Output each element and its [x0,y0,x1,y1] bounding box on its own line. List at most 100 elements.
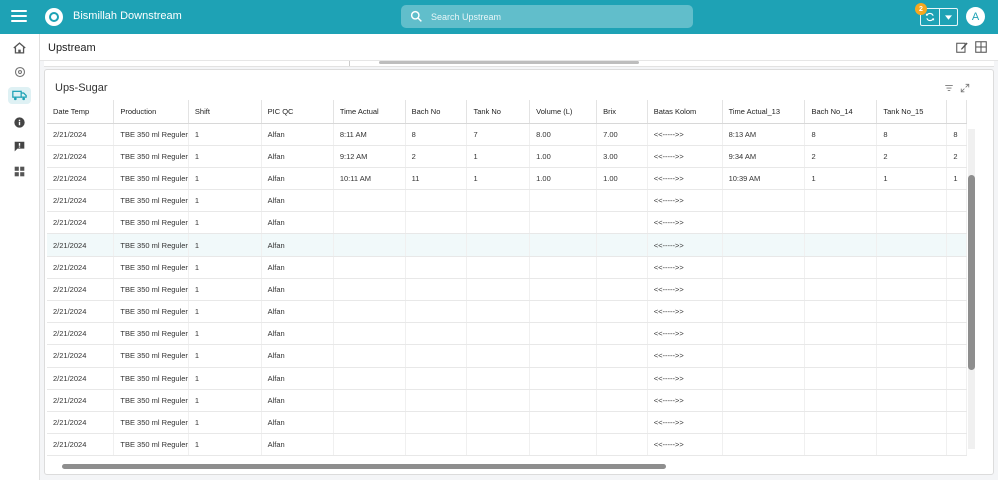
table-cell[interactable]: TBE 350 ml Reguler [113,123,189,146]
table-cell[interactable] [804,411,878,435]
table-cell[interactable] [596,300,648,324]
table-cell[interactable]: 2/21/2024 [47,256,115,279]
column-header[interactable]: PIC QC [261,100,334,124]
table-cell[interactable] [466,211,531,235]
table-cell[interactable] [946,211,967,235]
table-cell[interactable]: 2/21/2024 [47,189,115,213]
menu-icon[interactable] [11,10,27,24]
table-cell[interactable]: 2/21/2024 [47,322,115,346]
column-header[interactable]: Tank No [466,100,531,124]
table-cell[interactable]: <<----->> [647,300,723,324]
table-cell[interactable] [466,344,531,368]
table-cell[interactable] [466,278,531,302]
table-cell[interactable] [876,233,948,257]
table-cell[interactable] [405,211,468,235]
table-cell[interactable]: 1.00 [529,167,598,191]
table-cell[interactable] [333,411,406,435]
table-cell[interactable]: 1 [188,433,262,457]
table-cell[interactable] [405,233,468,257]
table-cell[interactable] [333,389,406,412]
table-cell[interactable]: Alfan [261,411,334,435]
table-cell[interactable]: 1.00 [529,145,598,168]
table-cell[interactable]: TBE 350 ml Reguler [113,233,189,257]
table-cell[interactable] [946,322,967,346]
table-cell[interactable]: 1 [188,123,262,146]
table-cell[interactable]: Alfan [261,123,334,146]
table-cell[interactable]: Alfan [261,145,334,168]
table-cell[interactable] [804,189,878,213]
table-row[interactable]: 2/21/2024 TBE 350 ml Reguler 1 Alfan <<-----… [47,367,967,390]
table-cell[interactable] [946,367,967,390]
table-cell[interactable]: TBE 350 ml Reguler [113,433,189,457]
table-cell[interactable] [876,278,948,302]
table-cell[interactable]: 2 [876,145,948,168]
table-cell[interactable] [722,211,806,235]
table-cell[interactable] [466,189,531,213]
table-cell[interactable] [529,300,598,324]
column-header[interactable]: Bach No_14 [804,100,878,124]
previous-panel-scrollbar[interactable] [44,61,994,67]
table-cell[interactable] [804,433,878,457]
table-cell[interactable]: Alfan [261,433,334,457]
table-cell[interactable]: 9:34 AM [722,145,806,168]
table-cell[interactable]: 1 [188,389,262,412]
table-cell[interactable] [876,433,948,457]
column-header[interactable]: Brix [596,100,648,124]
table-cell[interactable] [405,278,468,302]
table-row[interactable]: 2/21/2024 TBE 350 ml Reguler 1 Alfan <<-----… [47,344,967,368]
table-cell[interactable] [529,211,598,235]
table-cell[interactable] [596,367,648,390]
column-header[interactable] [946,100,967,124]
table-cell[interactable] [722,367,806,390]
table-cell[interactable]: <<----->> [647,167,723,191]
horizontal-scrollbar[interactable] [48,461,966,472]
table-cell[interactable] [876,189,948,213]
table-cell[interactable] [529,233,598,257]
table-cell[interactable]: TBE 350 ml Reguler [113,367,189,390]
table-row[interactable]: 2/21/2024 TBE 350 ml Reguler 1 Alfan 9:12 AM… [47,145,967,168]
table-cell[interactable]: <<----->> [647,211,723,235]
table-cell[interactable]: <<----->> [647,233,723,257]
table-cell[interactable]: 2/21/2024 [47,344,115,368]
sync-dropdown-button[interactable] [940,9,958,25]
table-cell[interactable]: 8 [804,123,878,146]
column-header[interactable]: Time Actual_13 [722,100,806,124]
table-cell[interactable] [333,189,406,213]
table-cell[interactable] [596,211,648,235]
sidebar-item-feedback[interactable] [8,138,31,155]
column-header[interactable]: Production [113,100,189,124]
table-cell[interactable] [529,411,598,435]
table-row[interactable]: 2/21/2024 TBE 350 ml Reguler 1 Alfan <<-----… [47,322,967,346]
table-cell[interactable]: 1 [804,167,878,191]
table-cell[interactable] [946,189,967,213]
table-cell[interactable]: 2/21/2024 [47,367,115,390]
table-cell[interactable] [946,344,967,368]
table-cell[interactable] [405,256,468,279]
table-cell[interactable] [333,211,406,235]
table-cell[interactable] [876,300,948,324]
table-cell[interactable]: 1.00 [596,167,648,191]
user-avatar[interactable]: A [966,7,985,26]
table-cell[interactable] [529,256,598,279]
table-cell[interactable]: 2/21/2024 [47,411,115,435]
table-cell[interactable]: 1 [188,367,262,390]
table-cell[interactable]: 8 [946,123,967,146]
table-cell[interactable]: 2/21/2024 [47,167,115,191]
table-cell[interactable] [876,389,948,412]
table-cell[interactable] [466,300,531,324]
table-cell[interactable]: 1 [188,256,262,279]
table-row[interactable]: 2/21/2024 TBE 350 ml Reguler 1 Alfan <<-----… [47,433,967,457]
table-cell[interactable] [876,367,948,390]
table-cell[interactable] [466,256,531,279]
table-cell[interactable]: 8 [876,123,948,146]
table-cell[interactable]: 1 [188,344,262,368]
table-cell[interactable] [876,411,948,435]
table-cell[interactable] [876,256,948,279]
sidebar-item-info[interactable] [8,114,31,131]
table-row[interactable]: 2/21/2024 TBE 350 ml Reguler 1 Alfan <<-----… [47,278,967,302]
table-cell[interactable] [946,433,967,457]
table-cell[interactable] [596,278,648,302]
table-cell[interactable] [529,189,598,213]
horizontal-scroll-thumb[interactable] [62,464,666,469]
table-cell[interactable] [722,278,806,302]
